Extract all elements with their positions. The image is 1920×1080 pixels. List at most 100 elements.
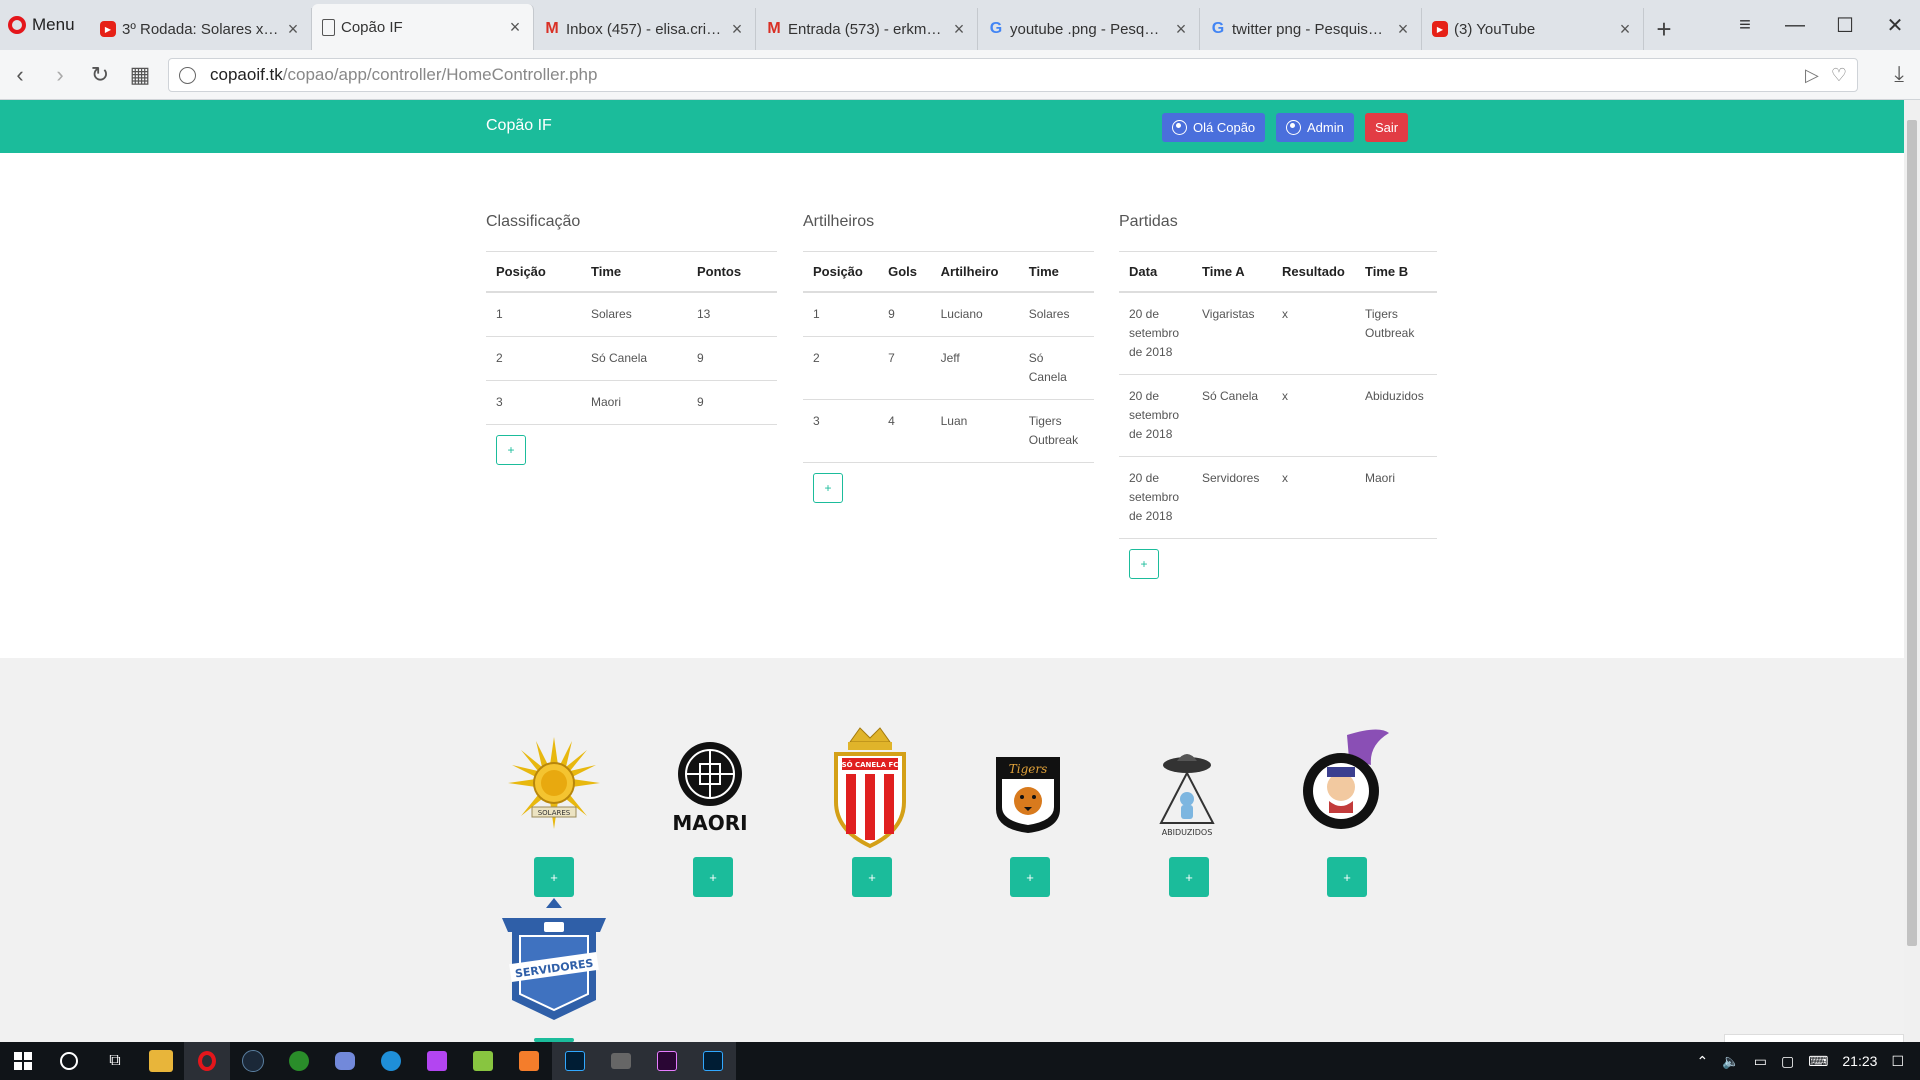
add-vigaristas-button[interactable]: + [1327, 857, 1367, 897]
artilheiros-panel: Artilheiros Posição Gols Artilheiro Time… [803, 213, 1094, 503]
table-row: 20 de setembro de 2018 Servidores x Maor… [1119, 456, 1437, 539]
greeting-button[interactable]: Olá Copão [1162, 113, 1266, 142]
google-icon: G [1211, 20, 1225, 37]
opera-logo-icon [8, 16, 26, 34]
logout-button[interactable]: Sair [1365, 113, 1409, 142]
tab-google-youtube[interactable]: G youtube .png - Pesquisa Google × [978, 8, 1200, 50]
scrollbar-thumb[interactable] [1907, 120, 1917, 946]
tab-youtube-match[interactable]: ▶ 3º Rodada: Solares x Maori × [90, 8, 312, 50]
app-icon[interactable] [460, 1042, 506, 1080]
add-maori-button[interactable]: + [693, 857, 733, 897]
column-header: Data [1119, 251, 1192, 293]
tigers-logo: Tigers [978, 738, 1078, 848]
add-abiduzidos-button[interactable]: + [1169, 857, 1209, 897]
photoshop-icon[interactable] [552, 1042, 598, 1080]
reload-icon[interactable]: ↻ [80, 62, 120, 88]
chevron-up-icon[interactable]: ⌃ [1697, 1053, 1709, 1070]
classificacao-table: Posição Time Pontos 1 Solares 13 2 Só Ca… [486, 251, 777, 425]
artilheiros-title: Artilheiros [803, 213, 875, 230]
add-tigers-button[interactable]: + [1010, 857, 1050, 897]
phpstorm-icon[interactable] [414, 1042, 460, 1080]
volume-icon[interactable]: 🔈 [1722, 1053, 1739, 1070]
table-row: 20 de setembro de 2018 Vigaristas x Tige… [1119, 292, 1437, 375]
system-tray: ⌃ 🔈 ▭ ▢ ⌨ 21:23 ☐ [1697, 1042, 1920, 1080]
gmail-icon: M [545, 20, 559, 37]
send-icon[interactable]: ▷ [1805, 65, 1819, 86]
tab-gmail-inbox[interactable]: M Inbox (457) - elisa.cristina × [534, 8, 756, 50]
table-row: 3 Maori 9 [486, 380, 777, 425]
add-so-canela-button[interactable]: + [852, 857, 892, 897]
abiduzidos-logo: ABIDUZIDOS [1137, 736, 1237, 846]
speed-dial-icon[interactable]: ▦ [120, 62, 160, 88]
discord-icon[interactable] [322, 1042, 368, 1080]
abiduzidos-logo-text: ABIDUZIDOS [1162, 828, 1213, 837]
back-icon[interactable]: ‹ [0, 62, 40, 88]
opera-taskbar-icon[interactable] [184, 1042, 230, 1080]
close-icon[interactable]: × [1173, 19, 1189, 40]
forward-icon[interactable]: › [40, 62, 80, 88]
browser-tab-strip: Menu ▶ 3º Rodada: Solares x Maori × Copã… [0, 0, 1920, 50]
table-row: 2 7 Jeff Só Canela [803, 336, 1094, 400]
close-icon[interactable]: × [729, 19, 745, 40]
task-view-icon[interactable]: ⧉ [92, 1042, 138, 1080]
url-path: /copao/app/controller/HomeController.php [282, 65, 598, 84]
close-icon[interactable]: × [1617, 19, 1633, 40]
team-servidores: SERVIDORES [484, 896, 624, 1056]
new-tab-button[interactable]: + [1644, 8, 1684, 50]
keyboard-icon[interactable]: ⌨ [1808, 1053, 1828, 1070]
file-explorer-icon[interactable] [138, 1042, 184, 1080]
app-window-icon[interactable] [598, 1042, 644, 1080]
heart-icon[interactable]: ♡ [1831, 65, 1847, 86]
partidas-panel: Partidas Data Time A Resultado Time B 20… [1119, 213, 1437, 579]
brand-title[interactable]: Copão IF [486, 117, 552, 135]
tab-youtube[interactable]: ▶ (3) YouTube × [1422, 8, 1644, 50]
admin-button[interactable]: Admin [1276, 113, 1354, 142]
xbox-icon[interactable] [276, 1042, 322, 1080]
tab-google-twitter[interactable]: G twitter png - Pesquisa Google × [1200, 8, 1422, 50]
so-canela-logo: SÓ CANELA FC [820, 720, 920, 850]
globe-icon [179, 66, 196, 84]
tab-copao-if[interactable]: Copão IF × [312, 4, 534, 50]
download-icon[interactable]: ⤓ [1894, 61, 1904, 87]
close-icon[interactable]: × [507, 17, 523, 38]
close-icon[interactable]: × [951, 19, 967, 40]
address-bar[interactable]: copaoif.tk/copao/app/controller/HomeCont… [168, 58, 1858, 92]
add-partida-button[interactable]: + [1129, 549, 1159, 579]
table-row: 3 4 Luan Tigers Outbreak [803, 399, 1094, 463]
tab-gmail-entrada[interactable]: M Entrada (573) - erkmann × [756, 8, 978, 50]
xampp-icon[interactable] [506, 1042, 552, 1080]
page-scrollbar[interactable] [1904, 100, 1920, 1042]
minimize-button[interactable]: — [1770, 14, 1820, 37]
column-header: Time [1018, 251, 1094, 293]
clock[interactable]: 21:23 [1842, 1053, 1877, 1069]
steam-icon[interactable] [230, 1042, 276, 1080]
opera-menu-button[interactable]: Menu [0, 0, 90, 50]
premiere-icon[interactable] [644, 1042, 690, 1080]
add-artilheiro-button[interactable]: + [813, 473, 843, 503]
uplay-icon[interactable] [368, 1042, 414, 1080]
youtube-icon: ▶ [100, 21, 116, 37]
add-solares-button[interactable]: + [534, 857, 574, 897]
classificacao-panel: Classificação Posição Time Pontos 1 Sola… [486, 213, 777, 465]
column-header: Time [581, 251, 687, 293]
column-header: Time A [1192, 251, 1272, 293]
photoshop-icon[interactable] [690, 1042, 736, 1080]
column-header: Artilheiro [930, 251, 1019, 293]
close-icon[interactable]: × [285, 19, 301, 40]
artilheiros-table: Posição Gols Artilheiro Time 1 9 Luciano… [803, 251, 1094, 463]
maximize-button[interactable]: ☐ [1820, 13, 1870, 38]
close-window-button[interactable]: ✕ [1870, 13, 1920, 38]
notifications-icon[interactable]: ☐ [1891, 1053, 1904, 1070]
google-icon: G [989, 20, 1003, 37]
add-classificacao-button[interactable]: + [496, 435, 526, 465]
vigaristas-logo [1294, 722, 1394, 842]
cortana-search-icon[interactable] [46, 1042, 92, 1080]
network-icon[interactable]: ▢ [1781, 1053, 1794, 1070]
close-icon[interactable]: × [1395, 19, 1411, 40]
column-header: Gols [878, 251, 931, 293]
tab-menu-icon[interactable]: ≡ [1720, 14, 1770, 37]
maori-logo: MAORI [660, 733, 760, 843]
windows-start-icon[interactable] [0, 1042, 46, 1080]
battery-icon[interactable]: ▭ [1754, 1053, 1767, 1070]
window-controls: ≡ — ☐ ✕ [1720, 0, 1920, 50]
